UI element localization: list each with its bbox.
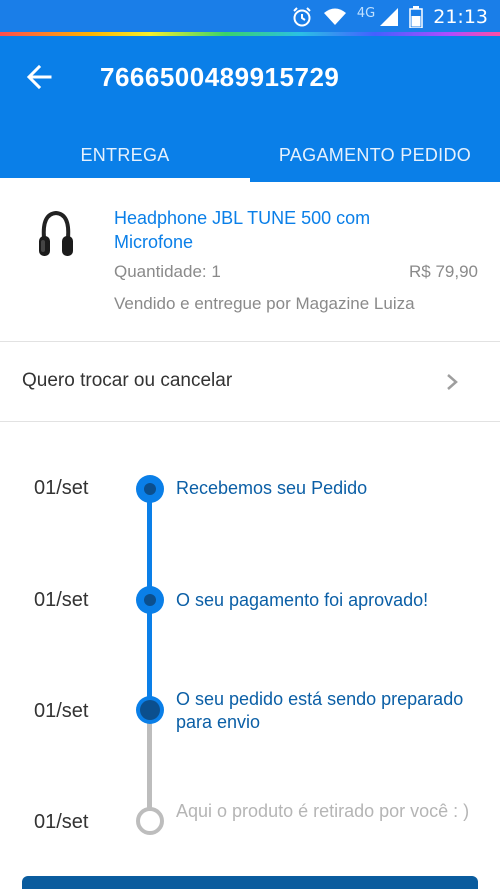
timeline-done-icon	[136, 586, 164, 614]
arrow-back-icon	[26, 64, 52, 90]
timeline-item: 01/set O seu pedido está sendo preparado…	[0, 688, 500, 748]
timeline-text: Recebemos seu Pedido	[176, 478, 368, 498]
timeline-item: 01/set O seu pagamento foi aprovado!	[0, 584, 500, 644]
bottom-action-button[interactable]	[22, 876, 478, 889]
timeline-item: 01/set Aqui o produto é retirado por voc…	[0, 800, 500, 860]
timeline-text: Aqui o produto é retirado por você : )	[176, 801, 470, 821]
headphone-image	[36, 208, 76, 268]
product-card: Headphone JBL TUNE 500 com Microfone Qua…	[0, 182, 500, 342]
wifi-icon	[323, 7, 347, 27]
order-timeline: 01/set Recebemos seu Pedido 01/set O seu…	[0, 422, 500, 882]
timeline-done-icon	[136, 475, 164, 503]
signal-icon	[379, 7, 399, 27]
tab-bar: ENTREGA PAGAMENTO PEDIDO	[0, 128, 500, 182]
timeline-date: 01/set	[34, 589, 89, 611]
product-quantity: Quantidade: 1	[114, 262, 221, 281]
status-bar: 4G 21:13	[0, 0, 500, 34]
tab-pagamento-pedido[interactable]: PAGAMENTO PEDIDO	[250, 128, 500, 182]
timeline-current-icon	[136, 696, 164, 724]
timeline-date: 01/set	[34, 700, 89, 722]
timeline-text: O seu pedido está sendo preparado para e…	[176, 689, 464, 732]
network-type: 4G	[356, 5, 376, 21]
app-bar: 7666500489915729 ENTREGA PAGAMENTO PEDID…	[0, 36, 500, 182]
tab-entrega[interactable]: ENTREGA	[0, 128, 250, 182]
exchange-cancel-label: Quero trocar ou cancelar	[22, 370, 233, 391]
product-seller: Vendido e entregue por Magazine Luiza	[114, 294, 415, 313]
timeline-item: 01/set Recebemos seu Pedido	[0, 472, 500, 532]
timeline-date: 01/set	[34, 811, 89, 833]
exchange-cancel-row[interactable]: Quero trocar ou cancelar	[0, 342, 500, 422]
timeline-text: O seu pagamento foi aprovado!	[176, 590, 429, 610]
back-button[interactable]	[22, 60, 56, 94]
battery-icon	[409, 6, 423, 28]
product-name[interactable]: Headphone JBL TUNE 500 com Microfone	[114, 206, 414, 254]
timeline-date: 01/set	[34, 477, 89, 499]
order-number-title: 7666500489915729	[100, 62, 340, 92]
chevron-right-icon	[447, 374, 458, 390]
alarm-icon	[291, 6, 313, 28]
timeline-pending-icon	[136, 807, 164, 835]
clock: 21:13	[433, 6, 488, 28]
product-price: R$ 79,90	[409, 262, 478, 281]
